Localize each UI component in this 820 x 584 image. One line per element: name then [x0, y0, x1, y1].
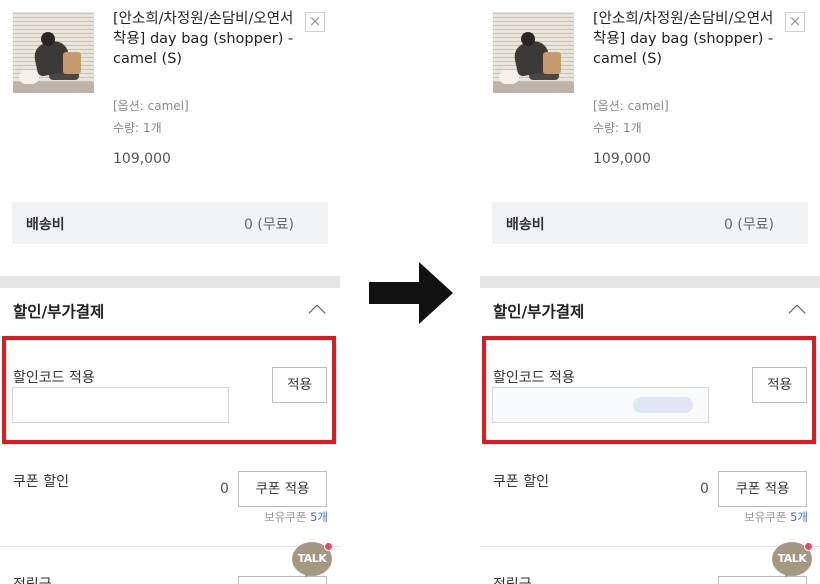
shipping-label: 배송비 [506, 217, 545, 233]
coupon-apply-button[interactable]: 쿠폰 적용 [718, 471, 807, 507]
owned-coupons-count[interactable]: 5개 [790, 510, 808, 524]
close-icon[interactable]: × [305, 12, 325, 32]
product-name[interactable]: [안소희/차정원/손담비/오연서 착용] day bag (shopper) -… [113, 9, 308, 69]
points-label: 적립금 [13, 574, 52, 584]
section-divider [0, 276, 340, 288]
product-thumbnail[interactable] [493, 12, 574, 93]
product-thumbnail[interactable] [13, 12, 94, 93]
section-divider [480, 276, 820, 288]
product-option: [옵션: camel] [593, 99, 669, 113]
discount-section-title[interactable]: 할인/부가결제 [493, 300, 584, 322]
owned-coupons: 보유쿠폰 5개 [264, 509, 328, 525]
row-divider [0, 546, 340, 547]
arrow-right-icon [369, 262, 453, 324]
product-name[interactable]: [안소희/차정원/손담비/오연서 착용] day bag (shopper) -… [593, 9, 788, 69]
coupon-apply-button[interactable]: 쿠폰 적용 [238, 471, 327, 507]
talk-icon[interactable]: TALK [292, 542, 334, 580]
highlight-box [2, 336, 336, 444]
shipping-row: 배송비 0 (무료) [492, 202, 808, 244]
coupon-label: 쿠폰 할인 [493, 474, 549, 490]
order-panel-after: [안소희/차정원/손담비/오연서 착용] day bag (shopper) -… [480, 0, 820, 584]
close-icon[interactable]: × [785, 12, 805, 32]
row-divider [480, 546, 820, 547]
notification-dot [324, 542, 333, 551]
shipping-value: 0 (무료) [723, 217, 774, 233]
coupon-value: 0 [220, 481, 229, 497]
shipping-row: 배송비 0 (무료) [12, 202, 328, 244]
owned-coupons-count[interactable]: 5개 [310, 510, 328, 524]
product-option: [옵션: camel] [113, 99, 189, 113]
points-label: 적립금 [493, 574, 532, 584]
coupon-value: 0 [700, 481, 709, 497]
product-price: 109,000 [593, 151, 651, 167]
coupon-label: 쿠폰 할인 [13, 474, 69, 490]
order-panel-before: [안소희/차정원/손담비/오연서 착용] day bag (shopper) -… [0, 0, 340, 584]
owned-coupons-prefix: 보유쿠폰 [264, 510, 307, 524]
chevron-up-icon[interactable] [308, 304, 326, 322]
shipping-value: 0 (무료) [243, 217, 294, 233]
chevron-up-icon[interactable] [788, 304, 806, 322]
shipping-label: 배송비 [26, 217, 65, 233]
notification-dot [804, 542, 813, 551]
highlight-box [482, 336, 816, 444]
owned-coupons-prefix: 보유쿠폰 [744, 510, 787, 524]
talk-icon[interactable]: TALK [772, 542, 814, 580]
product-quantity: 수량: 1개 [593, 121, 642, 135]
discount-section-title[interactable]: 할인/부가결제 [13, 300, 104, 322]
owned-coupons: 보유쿠폰 5개 [744, 509, 808, 525]
product-price: 109,000 [113, 151, 171, 167]
product-quantity: 수량: 1개 [113, 121, 162, 135]
